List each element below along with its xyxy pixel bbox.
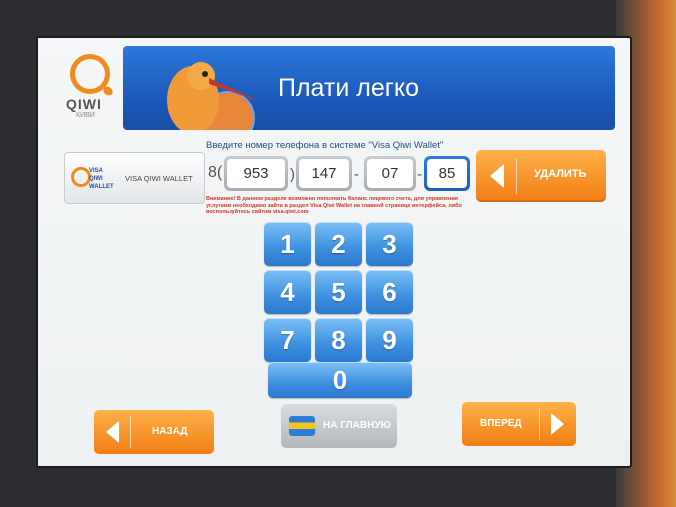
qiwi-wallet-icon bbox=[71, 167, 91, 187]
delete-button[interactable]: УДАЛИТЬ bbox=[476, 150, 606, 202]
phone-part3-field[interactable]: 85 bbox=[424, 156, 470, 191]
phone-prompt: Введите номер телефона в системе "Visa Q… bbox=[206, 140, 444, 151]
backspace-arrow-icon bbox=[490, 164, 504, 188]
bird-mascot-icon bbox=[167, 62, 261, 130]
button-divider bbox=[539, 408, 540, 440]
page-title: Плати легко bbox=[278, 74, 420, 102]
back-label: НАЗАД bbox=[152, 426, 188, 437]
forward-label: ВПЕРЕД bbox=[480, 418, 522, 429]
phone-dash-2: - bbox=[417, 166, 422, 183]
key-3[interactable]: 3 bbox=[366, 222, 413, 266]
forward-button[interactable]: ВПЕРЕД bbox=[462, 402, 576, 446]
phone-part1-field[interactable]: 147 bbox=[296, 156, 352, 191]
kiosk-screen: QIWI КИВИ Плати легко Введите номер теле… bbox=[36, 36, 632, 468]
home-label: НА ГЛАВНУЮ bbox=[323, 420, 391, 431]
arrow-right-icon bbox=[551, 413, 564, 435]
warning-text: Внимание! В данном разделе возможно попо… bbox=[206, 196, 462, 215]
key-5[interactable]: 5 bbox=[315, 270, 362, 314]
phone-part2-value: 07 bbox=[367, 159, 413, 188]
phone-part1-value: 147 bbox=[299, 159, 349, 188]
phone-dash-1: - bbox=[354, 166, 359, 183]
key-4[interactable]: 4 bbox=[264, 270, 311, 314]
brand-subname: КИВИ bbox=[76, 112, 95, 119]
phone-code-value: 953 bbox=[227, 159, 285, 188]
brand-name: QIWI bbox=[66, 96, 102, 112]
phone-prefix: 8( bbox=[208, 164, 223, 181]
phone-part2-field[interactable]: 07 bbox=[364, 156, 416, 191]
home-icon bbox=[289, 416, 315, 436]
button-divider bbox=[130, 416, 131, 448]
button-divider bbox=[516, 158, 517, 194]
phone-close-paren: ) bbox=[290, 166, 295, 183]
wallet-mini-label: VISA QIWI WALLET bbox=[89, 168, 114, 190]
wallet-label: VISA QIWI WALLET bbox=[125, 174, 193, 183]
qiwi-logo: QIWI КИВИ bbox=[58, 50, 120, 130]
arrow-left-icon bbox=[106, 421, 119, 443]
home-button[interactable]: НА ГЛАВНУЮ bbox=[281, 404, 397, 448]
delete-label: УДАЛИТЬ bbox=[534, 168, 587, 180]
header-banner: Плати легко bbox=[123, 46, 615, 130]
wallet-badge: VISA QIWI WALLET VISA QIWI WALLET bbox=[64, 152, 205, 204]
key-7[interactable]: 7 bbox=[264, 318, 311, 362]
key-1[interactable]: 1 bbox=[264, 222, 311, 266]
key-0[interactable]: 0 bbox=[268, 362, 412, 398]
phone-part3-value: 85 bbox=[427, 159, 467, 188]
key-9[interactable]: 9 bbox=[366, 318, 413, 362]
key-6[interactable]: 6 bbox=[366, 270, 413, 314]
back-button[interactable]: НАЗАД bbox=[94, 410, 214, 454]
phone-code-field[interactable]: 953 bbox=[224, 156, 288, 191]
key-2[interactable]: 2 bbox=[315, 222, 362, 266]
qiwi-logo-icon bbox=[70, 54, 110, 94]
key-8[interactable]: 8 bbox=[315, 318, 362, 362]
